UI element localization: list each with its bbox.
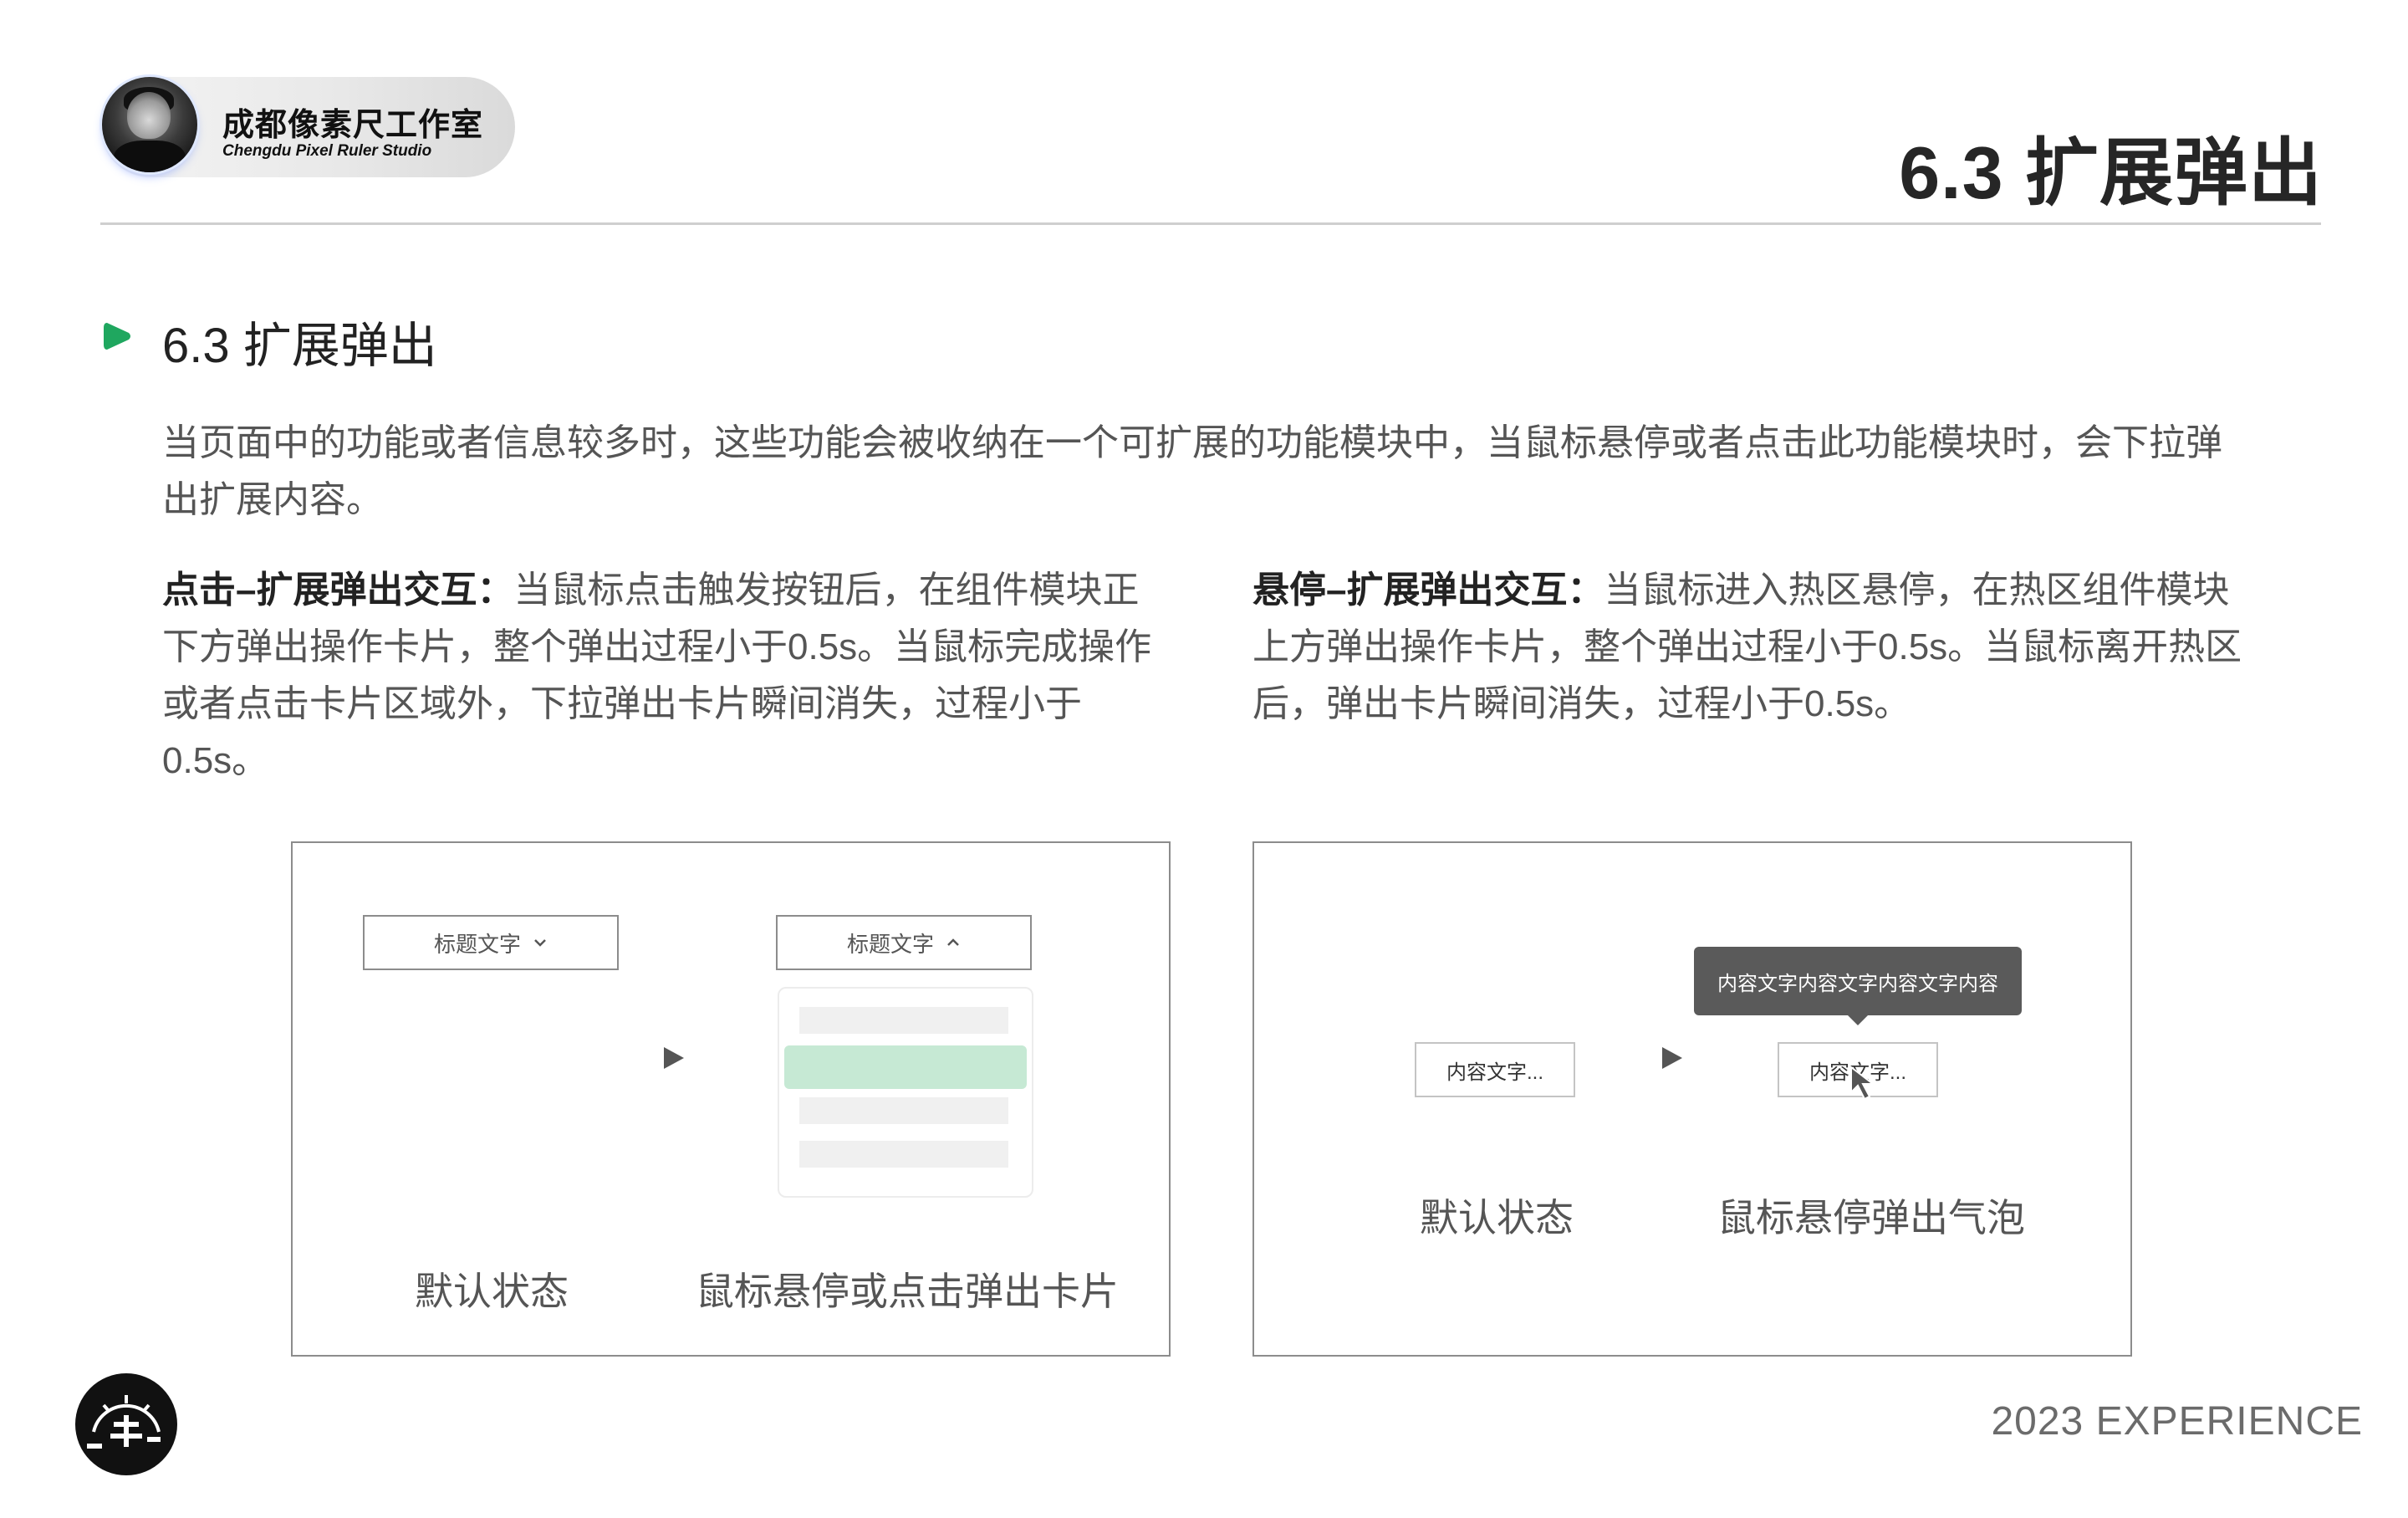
avatar (102, 77, 197, 172)
default-state-caption: 默认状态 (415, 1270, 569, 1313)
intro-paragraph: 当页面中的功能或者信息较多时，这些功能会被收纳在一个可扩展的功能模块中，当鼠标悬… (162, 422, 2222, 520)
footer-text: 2023 EXPERIENCE (1991, 1399, 2363, 1444)
click-interaction-paragraph: 点击–扩展弹出交互：当鼠标点击触发按钮后，在组件模块正下方弹出操作卡片，整个弹出… (162, 562, 1176, 790)
click-interaction-term: 点击–扩展弹出交互： (162, 570, 514, 611)
chevron-up-icon (947, 938, 959, 946)
card-option-hovered[interactable] (784, 1045, 1027, 1089)
card-option[interactable] (799, 1007, 1008, 1034)
studio-logo (75, 1373, 177, 1475)
header-divider (100, 222, 2321, 225)
logo-mark-icon (87, 1395, 161, 1449)
open-dropdown[interactable]: 标题文字 (776, 915, 1032, 970)
click-expand-diagram: 标题文字 标题文字 默认状态 鼠标悬停或点击弹出卡片 (291, 841, 1171, 1357)
hover-state-caption: 鼠标悬停弹出气泡 (1717, 1196, 2025, 1239)
card-option[interactable] (799, 1097, 1008, 1124)
default-dropdown-label: 标题文字 (433, 931, 521, 957)
tooltip-tail (1848, 1015, 1868, 1025)
studio-name: 成都像素尺工作室 (222, 108, 484, 143)
transition-arrow-icon (1662, 1047, 1682, 1069)
chevron-down-icon (534, 939, 546, 947)
dropdown-card (778, 987, 1033, 1198)
transition-arrow-icon (664, 1047, 684, 1069)
mouse-cursor-icon (1850, 1065, 1875, 1101)
default-dropdown[interactable]: 标题文字 (363, 915, 619, 970)
page-title: 6.3 扩展弹出 (1899, 131, 2323, 214)
section-title: 6.3 扩展弹出 (162, 319, 437, 373)
default-state-caption: 默认状态 (1420, 1196, 1574, 1239)
open-dropdown-label: 标题文字 (846, 931, 934, 957)
default-chip[interactable]: 内容文字... (1415, 1042, 1575, 1097)
tooltip-bubble: 内容文字内容文字内容文字内容 (1694, 947, 2022, 1015)
studio-name-en: Chengdu Pixel Ruler Studio (222, 142, 432, 160)
hover-interaction-term: 悬停–扩展弹出交互： (1252, 570, 1604, 611)
hover-interaction-paragraph: 悬停–扩展弹出交互：当鼠标进入热区悬停，在热区组件模块上方弹出操作卡片，整个弹出… (1252, 562, 2256, 733)
open-state-caption: 鼠标悬停或点击弹出卡片 (696, 1270, 1119, 1313)
card-option[interactable] (799, 1141, 1008, 1168)
hover-expand-diagram: 内容文字... 内容文字内容文字内容文字内容 内容文字... 默认状态 鼠标悬停… (1252, 841, 2132, 1357)
play-bullet-icon (104, 323, 130, 350)
